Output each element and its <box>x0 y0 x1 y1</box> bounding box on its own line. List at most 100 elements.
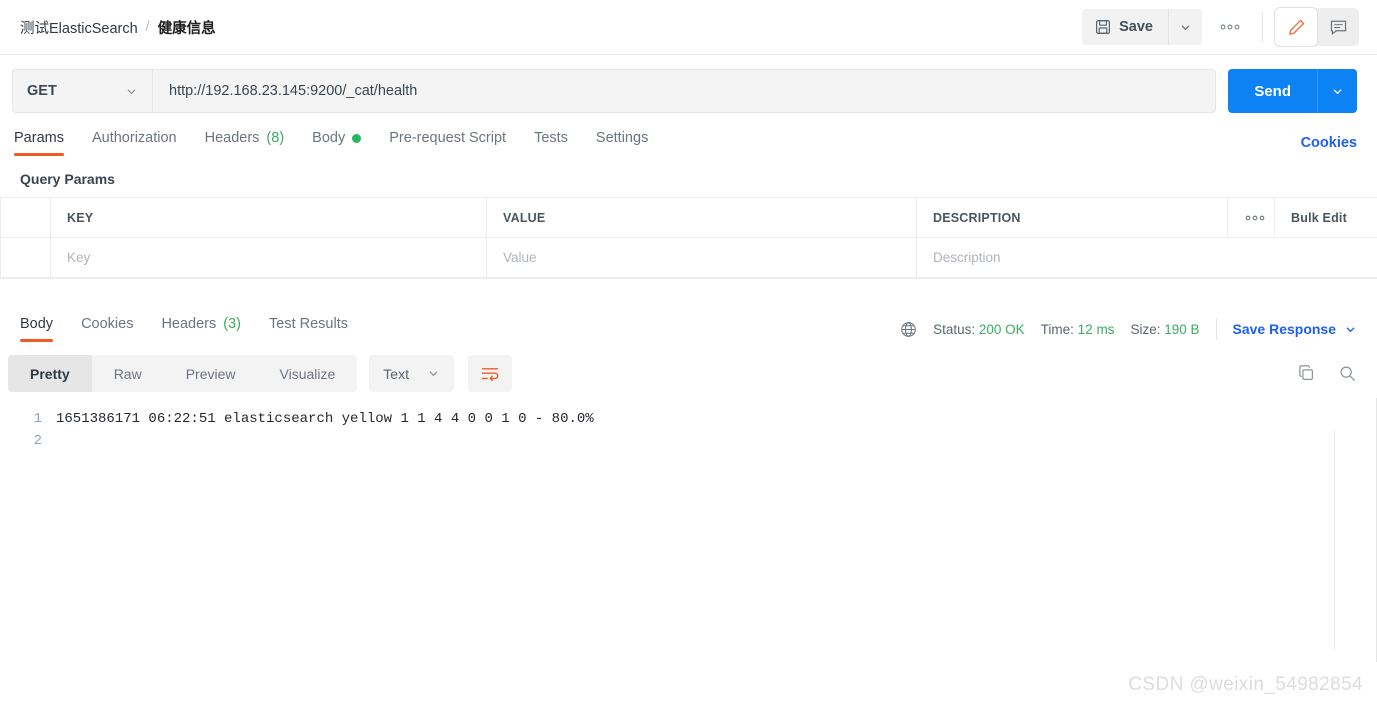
tab-settings[interactable]: Settings <box>596 130 648 156</box>
column-header-value: VALUE <box>486 197 917 238</box>
response-tab-headers-label: Headers <box>161 316 217 332</box>
table-row[interactable]: Key Value Description <box>0 237 1377 278</box>
response-tab-headers-count: (3) <box>223 316 241 332</box>
view-mode-pretty[interactable]: Pretty <box>8 355 92 392</box>
send-dropdown-button[interactable] <box>1317 69 1357 113</box>
column-header-description: DESCRIPTION <box>916 197 1228 238</box>
breadcrumb-separator: / <box>145 19 150 35</box>
response-tab-test-results[interactable]: Test Results <box>269 316 348 342</box>
tab-authorization[interactable]: Authorization <box>92 130 177 156</box>
response-body-line: 1651386171 06:22:51 elasticsearch yellow… <box>56 411 594 427</box>
editor-minimap[interactable] <box>1334 430 1335 650</box>
time-label: Time: <box>1040 321 1074 337</box>
search-icon[interactable] <box>1338 364 1357 383</box>
status-label: Status: <box>933 321 976 337</box>
chevron-down-icon <box>125 85 138 98</box>
params-options-button[interactable] <box>1227 197 1275 238</box>
chevron-down-icon <box>1179 21 1192 34</box>
postman-window: 测试ElasticSearch / 健康信息 Save GET http://1… <box>0 0 1377 704</box>
save-button[interactable]: Save <box>1082 9 1168 45</box>
response-tab-test-results-label: Test Results <box>269 316 348 332</box>
save-response-label: Save Response <box>1232 321 1337 337</box>
response-tab-body[interactable]: Body <box>20 316 54 342</box>
view-mode-visualize[interactable]: Visualize <box>258 355 358 392</box>
body-present-indicator-icon <box>352 133 362 143</box>
view-mode-preview[interactable]: Preview <box>164 355 258 392</box>
response-body-toolbar: Pretty Raw Preview Visualize Text <box>0 349 1377 398</box>
query-params-table: KEY VALUE DESCRIPTION Bulk Edit Key Valu… <box>0 197 1377 278</box>
tab-tests[interactable]: Tests <box>534 130 568 156</box>
comments-button[interactable] <box>1317 8 1359 46</box>
meta-divider <box>1215 318 1217 340</box>
tab-params[interactable]: Params <box>14 130 64 156</box>
header-actions: Save <box>1082 8 1359 46</box>
row-description-input[interactable]: Description <box>916 237 1377 278</box>
query-params-title: Query Params <box>20 171 115 187</box>
request-tabs: Params Authorization Headers (8) Body Pr… <box>0 125 1377 161</box>
http-method-label: GET <box>27 83 57 99</box>
status-indicator: Status: 200 OK <box>933 322 1025 337</box>
tab-headers[interactable]: Headers (8) <box>205 130 285 156</box>
tab-body[interactable]: Body <box>312 130 362 156</box>
tab-authorization-label: Authorization <box>91 130 177 146</box>
header-more-button[interactable] <box>1210 9 1250 45</box>
send-button[interactable]: Send <box>1228 69 1317 113</box>
response-format-select[interactable]: Text <box>369 355 454 392</box>
size-indicator: Size: 190 B <box>1130 322 1199 337</box>
status-value: 200 OK <box>978 321 1025 337</box>
save-button-label: Save <box>1119 19 1153 35</box>
view-mode-raw[interactable]: Raw <box>92 355 164 392</box>
bulk-edit-button[interactable]: Bulk Edit <box>1274 197 1377 238</box>
ellipsis-icon <box>1244 214 1265 222</box>
size-value: 190 B <box>1164 321 1200 337</box>
code-line-row: 1 1651386171 06:22:51 elasticsearch yell… <box>0 408 1377 430</box>
save-response-button[interactable]: Save Response <box>1233 321 1358 337</box>
code-line-row: 2 <box>0 430 1377 452</box>
response-tabs: Body Cookies Headers (3) Test Results St… <box>0 309 1377 349</box>
response-tab-cookies[interactable]: Cookies <box>81 316 133 342</box>
save-button-group: Save <box>1082 9 1202 45</box>
size-label: Size: <box>1130 321 1161 337</box>
breadcrumb: 测试ElasticSearch / 健康信息 <box>20 17 216 38</box>
cookies-link[interactable]: Cookies <box>1301 135 1357 151</box>
tab-pre-request-script-label: Pre-request Script <box>389 130 507 146</box>
request-url-bar: GET Send <box>0 55 1377 125</box>
response-body-editor[interactable]: 1 1651386171 06:22:51 elasticsearch yell… <box>0 398 1377 662</box>
chevron-down-icon <box>427 367 440 380</box>
tab-settings-label: Settings <box>595 130 649 146</box>
edit-mode-button[interactable] <box>1275 8 1317 46</box>
row-checkbox-cell[interactable] <box>0 237 51 278</box>
response-tab-headers[interactable]: Headers (3) <box>161 316 241 342</box>
globe-icon <box>900 321 917 338</box>
word-wrap-button[interactable] <box>467 355 512 392</box>
view-mode-toggle <box>1275 8 1359 46</box>
response-tab-cookies-label: Cookies <box>81 316 134 332</box>
tab-headers-label: Headers <box>204 130 260 146</box>
row-value-input[interactable]: Value <box>486 237 917 278</box>
tab-body-label: Body <box>312 130 346 146</box>
header-divider <box>1262 12 1263 42</box>
chevron-down-icon <box>1344 323 1357 336</box>
response-format-value: Text <box>383 365 409 382</box>
time-value: 12 ms <box>1077 321 1115 337</box>
copy-icon[interactable] <box>1297 364 1316 383</box>
word-wrap-icon <box>480 365 500 383</box>
floppy-disk-icon <box>1095 19 1111 35</box>
save-dropdown-button[interactable] <box>1168 9 1202 45</box>
request-url-input[interactable] <box>152 69 1217 113</box>
http-method-select[interactable]: GET <box>12 69 152 113</box>
comment-icon <box>1329 18 1348 37</box>
line-number: 2 <box>33 433 42 449</box>
response-meta: Status: 200 OK Time: 12 ms Size: 190 B S… <box>900 318 1357 340</box>
response-splitter[interactable] <box>0 278 1377 309</box>
ellipsis-icon <box>1219 23 1241 31</box>
breadcrumb-root[interactable]: 测试ElasticSearch <box>20 17 138 38</box>
send-button-group: Send <box>1228 69 1357 113</box>
response-tab-body-label: Body <box>20 316 54 332</box>
breadcrumb-current: 健康信息 <box>157 20 216 37</box>
pencil-icon <box>1287 18 1306 37</box>
row-key-input[interactable]: Key <box>50 237 487 278</box>
column-header-key: KEY <box>50 197 487 238</box>
header-checkbox-cell <box>0 197 51 238</box>
tab-pre-request-script[interactable]: Pre-request Script <box>389 130 506 156</box>
